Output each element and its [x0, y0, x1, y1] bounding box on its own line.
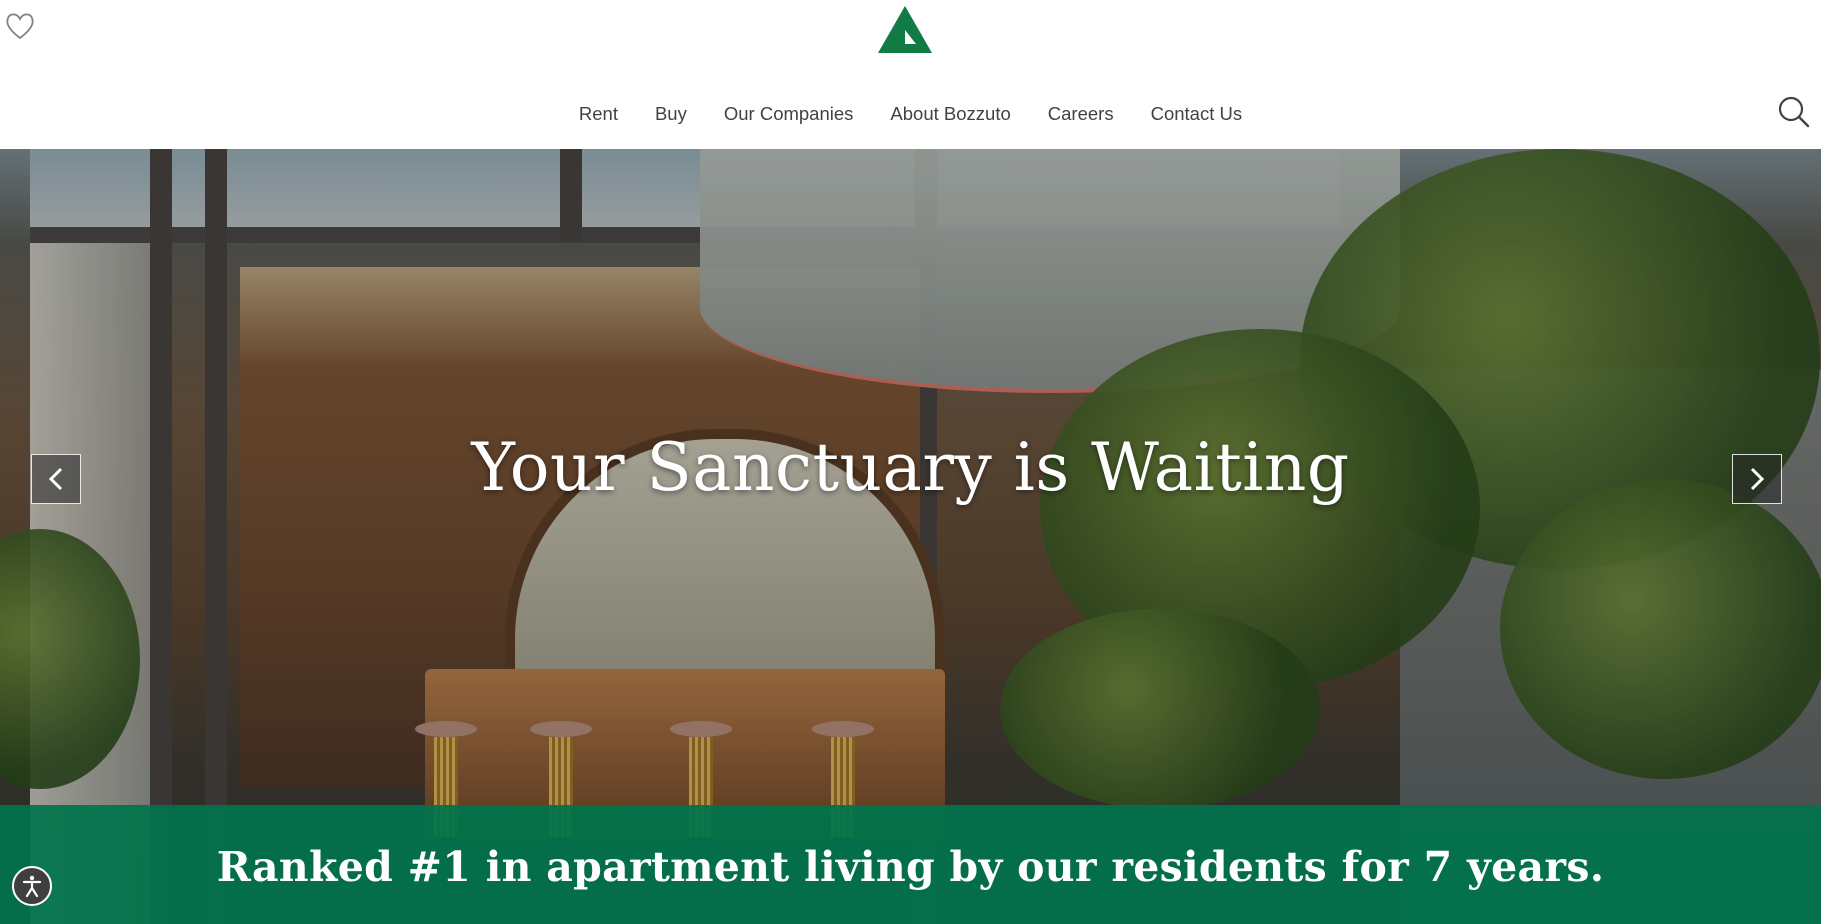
accessibility-button[interactable]: [12, 866, 52, 906]
chevron-right-icon: [1750, 467, 1765, 491]
hero-title: Your Sanctuary is Waiting: [471, 429, 1350, 506]
carousel-next-button[interactable]: [1732, 454, 1782, 504]
search-icon[interactable]: [1777, 95, 1811, 129]
carousel-prev-button[interactable]: [31, 454, 81, 504]
nav-our-companies[interactable]: Our Companies: [724, 98, 854, 130]
ranking-banner-text: Ranked #1 in apartment living by our res…: [216, 843, 1605, 891]
nav-rent[interactable]: Rent: [579, 98, 618, 130]
main-navigation: Rent Buy Our Companies About Bozzuto Car…: [0, 98, 1821, 130]
heart-icon[interactable]: [4, 11, 36, 41]
ranking-banner: Ranked #1 in apartment living by our res…: [0, 805, 1821, 924]
accessibility-icon: [22, 875, 42, 898]
hero-carousel: Your Sanctuary is Waiting Ranked #1 in a…: [0, 149, 1821, 924]
site-header: Rent Buy Our Companies About Bozzuto Car…: [0, 0, 1821, 149]
nav-contact-us[interactable]: Contact Us: [1151, 98, 1243, 130]
nav-about-bozzuto[interactable]: About Bozzuto: [890, 98, 1010, 130]
chevron-left-icon: [48, 467, 63, 491]
nav-careers[interactable]: Careers: [1048, 98, 1114, 130]
brand-logo-icon[interactable]: [878, 6, 932, 53]
nav-buy[interactable]: Buy: [655, 98, 687, 130]
